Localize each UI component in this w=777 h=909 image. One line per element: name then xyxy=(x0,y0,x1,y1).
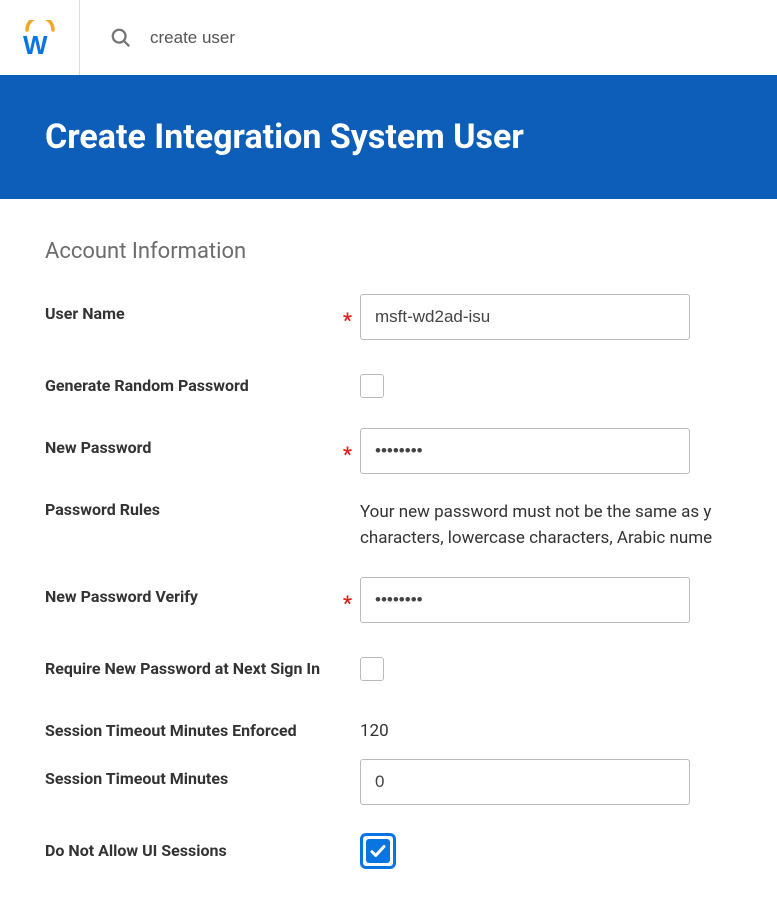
require-new-password-checkbox[interactable] xyxy=(360,657,384,681)
session-timeout-minutes-row: Session Timeout Minutes xyxy=(45,759,732,805)
do-not-allow-ui-row: Do Not Allow UI Sessions xyxy=(45,831,732,873)
generate-random-password-row: Generate Random Password xyxy=(45,366,732,402)
workday-logo-icon: W xyxy=(23,20,57,56)
form-content: Account Information User Name * Generate… xyxy=(0,199,777,909)
session-timeout-enforced-row: Session Timeout Minutes Enforced 120 xyxy=(45,711,732,741)
required-marker: * xyxy=(343,444,352,464)
do-not-allow-ui-label: Do Not Allow UI Sessions xyxy=(45,841,342,860)
password-rules-text-line1: Your new password must not be the same a… xyxy=(360,500,732,526)
search-icon xyxy=(110,27,132,49)
do-not-allow-ui-checkbox[interactable] xyxy=(360,833,396,869)
new-password-verify-field[interactable] xyxy=(360,577,690,623)
require-new-password-row: Require New Password at Next Sign In xyxy=(45,649,732,685)
require-new-password-label: Require New Password at Next Sign In xyxy=(45,659,342,678)
user-name-label: User Name xyxy=(45,304,343,323)
required-marker: * xyxy=(343,593,352,613)
session-timeout-minutes-field[interactable] xyxy=(360,759,690,805)
new-password-verify-row: New Password Verify * xyxy=(45,577,732,623)
password-rules-label: Password Rules xyxy=(45,500,342,519)
required-marker: * xyxy=(343,310,352,330)
session-timeout-enforced-value: 120 xyxy=(360,711,732,741)
user-name-row: User Name * xyxy=(45,294,732,340)
check-icon xyxy=(366,839,390,863)
page-title-bar: Create Integration System User xyxy=(0,75,777,199)
password-rules-text-line2: characters, lowercase characters, Arabic… xyxy=(360,526,732,552)
generate-random-password-checkbox[interactable] xyxy=(360,374,384,398)
logo-container: W xyxy=(0,0,80,75)
user-name-field[interactable] xyxy=(360,294,690,340)
app-header: W xyxy=(0,0,777,75)
section-title: Account Information xyxy=(45,239,732,264)
new-password-label: New Password xyxy=(45,438,343,457)
new-password-field[interactable] xyxy=(360,428,690,474)
search-input[interactable] xyxy=(150,28,550,48)
session-timeout-minutes-label: Session Timeout Minutes xyxy=(45,769,342,788)
session-timeout-enforced-label: Session Timeout Minutes Enforced xyxy=(45,721,342,740)
page-title: Create Integration System User xyxy=(45,117,732,157)
password-rules-row: Password Rules Your new password must no… xyxy=(45,500,732,551)
search-area xyxy=(80,27,550,49)
new-password-row: New Password * xyxy=(45,428,732,474)
new-password-verify-label: New Password Verify xyxy=(45,587,343,606)
generate-random-password-label: Generate Random Password xyxy=(45,376,342,395)
svg-text:W: W xyxy=(23,30,48,56)
